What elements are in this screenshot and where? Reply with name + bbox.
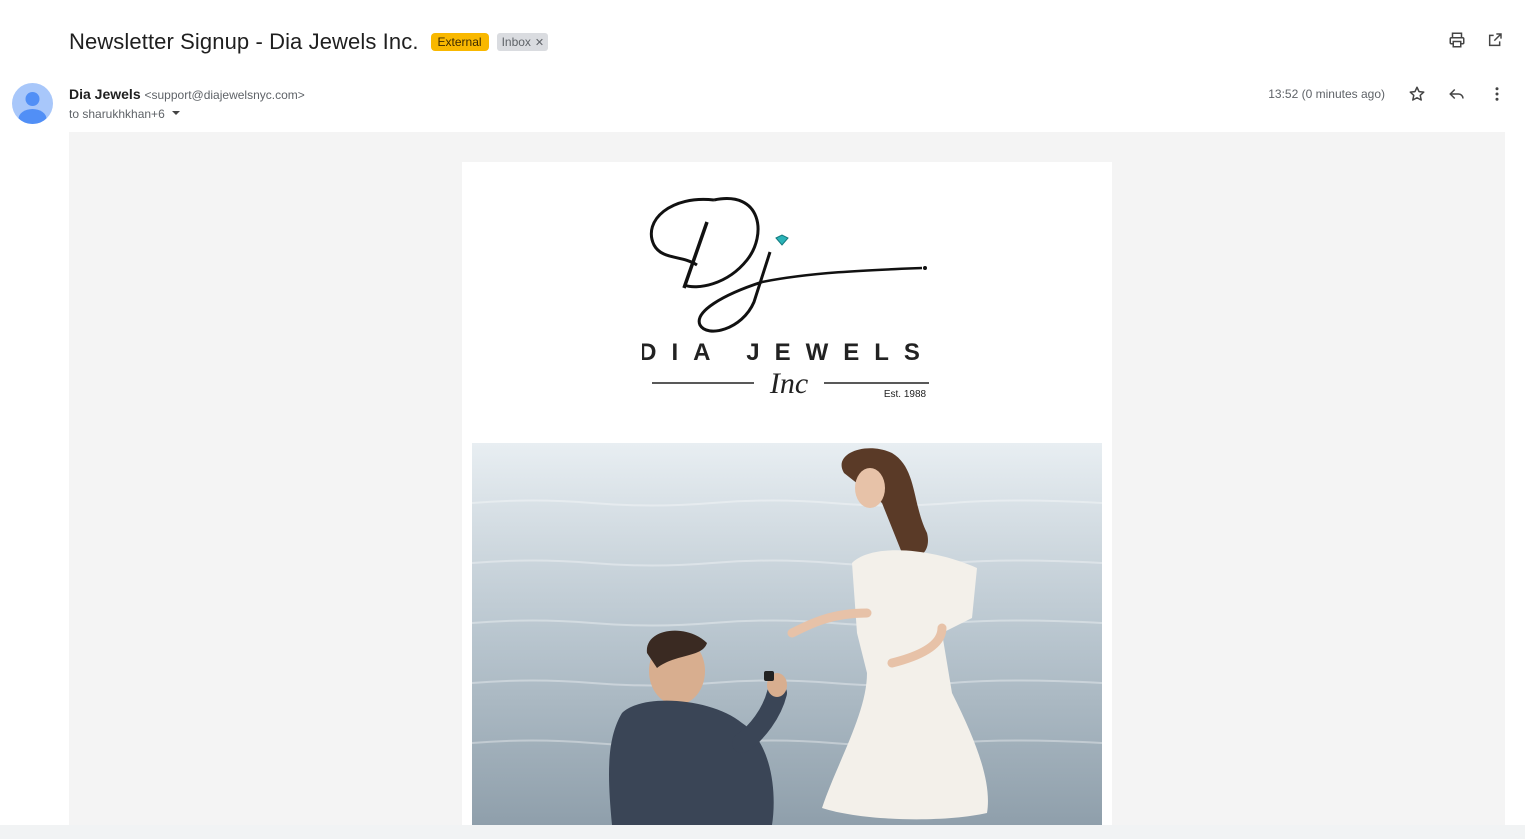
top-actions [1447,30,1505,50]
dia-jewels-logo: DIA JEWELS Inc Est. 1988 [639,190,932,405]
sender-email: <support@diajewelsnyc.com> [144,88,305,102]
hero-proposal-photo [472,443,1102,825]
star-icon[interactable] [1407,84,1427,104]
print-icon[interactable] [1447,30,1467,50]
recipients-text: to sharukhkhan+6 [69,107,165,121]
inbox-label[interactable]: Inbox ✕ [496,33,549,51]
newsletter-card: DIA JEWELS Inc Est. 1988 [462,162,1112,839]
svg-text:Est. 1988: Est. 1988 [884,389,927,400]
subject-row: Newsletter Signup - Dia Jewels Inc. Exte… [69,26,549,58]
avatar[interactable] [12,83,53,124]
close-icon[interactable]: ✕ [535,36,544,49]
svg-text:DIA JEWELS: DIA JEWELS [642,339,932,366]
timestamp: 13:52 (0 minutes ago) [1268,87,1385,101]
chevron-down-icon[interactable] [171,107,181,121]
open-new-window-icon[interactable] [1485,30,1505,50]
more-vert-icon[interactable] [1487,84,1507,104]
svg-text:Inc: Inc [769,367,808,400]
inbox-label-text: Inbox [501,35,531,49]
email-subject: Newsletter Signup - Dia Jewels Inc. [69,29,419,54]
sender-line: Dia Jewels <support@diajewelsnyc.com> [69,86,305,102]
external-label: External [430,33,489,51]
recipients-line[interactable]: to sharukhkhan+6 [69,107,181,121]
sender-name[interactable]: Dia Jewels [69,86,141,102]
reply-icon[interactable] [1447,84,1467,104]
message-meta: 13:52 (0 minutes ago) [1268,84,1507,104]
bottom-strip [0,825,1525,839]
